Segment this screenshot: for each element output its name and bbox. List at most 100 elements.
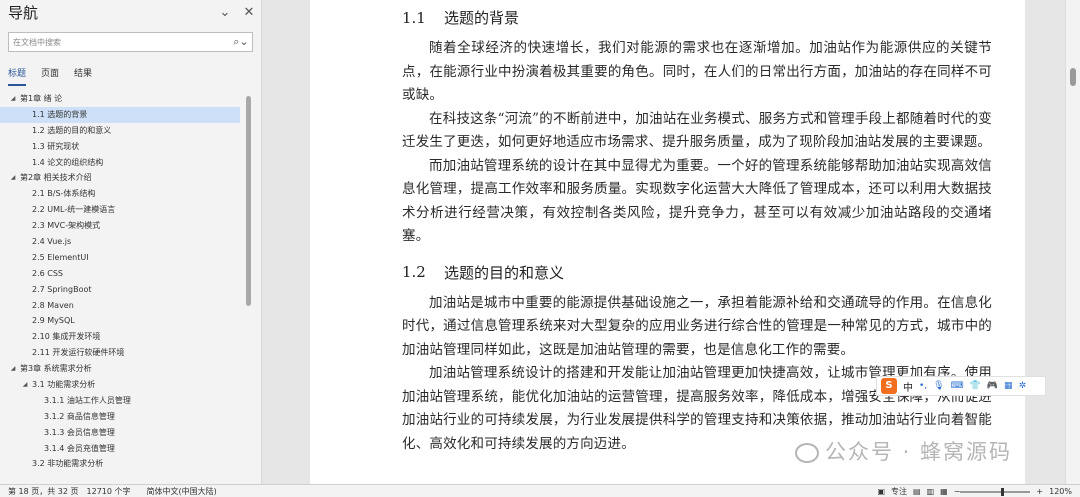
- vertical-scrollbar[interactable]: [1065, 0, 1080, 484]
- tab-pages[interactable]: 页面: [41, 66, 59, 86]
- paragraph: 随着全球经济的快速增长，我们对能源的需求也在逐渐增加。加油站作为能源供应的关键节…: [402, 40, 992, 103]
- nav-tree-item[interactable]: 2.6 CSS: [0, 266, 250, 282]
- web-layout-icon[interactable]: ▦: [940, 487, 948, 496]
- heading-title: 选题的背景: [444, 9, 520, 27]
- nav-tree-item[interactable]: 2.10 集成开发环境: [0, 329, 250, 345]
- heading-1-2: 1.2 选题的目的和意义: [402, 259, 992, 286]
- skin-icon[interactable]: 👕: [970, 381, 981, 391]
- nav-tree-item[interactable]: 2.8 Maven: [0, 298, 250, 314]
- ime-toolbar[interactable]: S 中 •, 🎙 ⌨ 👕 🎮 ▦ ✲: [876, 376, 1046, 396]
- nav-tree-item[interactable]: ◢ 第2章 相关技术介绍: [0, 170, 250, 186]
- zoom-level[interactable]: 120%: [1049, 487, 1072, 496]
- nav-tree-item[interactable]: 3.2 非功能需求分析: [0, 456, 250, 472]
- scrollbar-thumb[interactable]: [1070, 68, 1076, 86]
- nav-tree-label: 第2章 相关技术介绍: [20, 173, 92, 183]
- expand-arrow-icon[interactable]: ◢: [20, 377, 30, 393]
- tab-results[interactable]: 结果: [74, 66, 92, 86]
- page-count[interactable]: 第 18 页，共 32 页: [8, 486, 79, 497]
- settings-icon[interactable]: ✲: [1019, 381, 1027, 391]
- nav-tree-item[interactable]: 2.7 SpringBoot: [0, 282, 250, 298]
- nav-tree-item[interactable]: 1.4 论文的组织结构: [0, 155, 250, 171]
- print-layout-icon[interactable]: ▥: [927, 487, 935, 496]
- nav-tree-label: 3.2 非功能需求分析: [32, 459, 104, 469]
- nav-tree-item[interactable]: ◢ 第1章 绪 论: [0, 91, 250, 107]
- nav-tree-item[interactable]: 2.3 MVC-架构模式: [0, 218, 250, 234]
- nav-tree-item[interactable]: 3.1.1 油站工作人员管理: [0, 393, 250, 409]
- game-icon[interactable]: 🎮: [987, 381, 998, 391]
- read-mode-icon[interactable]: ▤: [913, 487, 921, 496]
- zoom-thumb[interactable]: [1000, 487, 1004, 496]
- nav-tree-item[interactable]: 2.2 UML-统一建模语言: [0, 202, 250, 218]
- nav-tree-label: 2.1 B/S-体系结构: [32, 189, 96, 199]
- paragraph: 在科技这条“河流”的不断前进中，加油站在业务模式、服务方式和管理手段上都随着时代…: [402, 110, 992, 151]
- nav-tree-label: 1.3 研究现状: [32, 141, 80, 151]
- nav-tree-item[interactable]: ◢ 3.1 功能需求分析: [0, 377, 250, 393]
- expand-arrow-icon[interactable]: ◢: [8, 170, 18, 186]
- keyboard-icon[interactable]: ⌨: [951, 381, 964, 391]
- nav-tree-label: 2.10 集成开发环境: [32, 332, 101, 342]
- nav-header: 导航 ⌄ ✕: [0, 0, 261, 24]
- heading-number: 1.1: [402, 8, 426, 27]
- nav-tree-label: 3.1.2 商品信息管理: [44, 411, 115, 421]
- word-window: 导航 ⌄ ✕ ⌕⌄ 标题 页面 结果 ◢第1章 绪 论 1.1 选题的背景 1.2 …: [0, 0, 1080, 497]
- search-input[interactable]: [13, 37, 230, 47]
- document-area: 1.1 选题的背景 随着全球经济的快速增长，我们对能源的需求也在逐渐增加。加油站…: [263, 0, 1080, 484]
- nav-tree-label: 2.4 Vue.js: [32, 237, 72, 247]
- nav-tree-label: 2.2 UML-统一建模语言: [32, 205, 116, 215]
- tab-headings[interactable]: 标题: [8, 66, 27, 86]
- nav-tree-item[interactable]: 2.4 Vue.js: [0, 234, 250, 250]
- nav-tree-item[interactable]: 2.9 MySQL: [0, 313, 250, 329]
- nav-tree-item[interactable]: 3.1.4 会员充值管理: [0, 441, 250, 457]
- nav-tree-item[interactable]: ◢ 第3章 系统需求分析: [0, 361, 250, 377]
- paragraph: 而加油站管理系统的设计在其中显得尤为重要。一个好的管理系统能够帮助加油站实现高效…: [402, 157, 992, 245]
- nav-tree-item[interactable]: 2.1 B/S-体系结构: [0, 186, 250, 202]
- nav-title: 导航: [8, 3, 39, 22]
- nav-tree-item[interactable]: 3.1.3 会员信息管理: [0, 425, 250, 441]
- language[interactable]: 简体中文(中国大陆): [147, 486, 217, 497]
- microphone-icon[interactable]: 🎙: [933, 381, 944, 391]
- grid-icon[interactable]: ▦: [1004, 381, 1013, 391]
- zoom-in-icon[interactable]: +: [1036, 487, 1043, 496]
- zoom-slider[interactable]: [960, 487, 1031, 496]
- heading-number: 1.2: [402, 263, 426, 281]
- heading-tree: ◢ 第1章 绪 论 1.1 选题的背景 1.2 选题的目的和意义 1.3 研究现状 1.4…: [0, 91, 250, 481]
- status-bar: 第 18 页，共 32 页 12710 个字 简体中文(中国大陆) ▣ 专注 ▤…: [0, 484, 1080, 497]
- nav-tree-item[interactable]: 3.1.2 商品信息管理: [0, 409, 250, 425]
- expand-arrow-icon[interactable]: ◢: [8, 91, 18, 107]
- nav-tree-label: 2.5 ElementUI: [32, 252, 89, 262]
- expand-arrow-icon[interactable]: ◢: [8, 361, 18, 377]
- nav-tree-label: 2.8 Maven: [32, 300, 74, 310]
- nav-tree-label: 1.4 论文的组织结构: [32, 157, 104, 167]
- nav-tree-item[interactable]: 2.5 ElementUI: [0, 250, 250, 266]
- nav-tree-label: 2.6 CSS: [32, 268, 64, 278]
- ime-mode-label[interactable]: 中: [903, 379, 913, 394]
- wechat-icon: [795, 443, 819, 463]
- nav-tree-label: 2.9 MySQL: [32, 316, 75, 326]
- nav-scrollbar[interactable]: [246, 96, 251, 306]
- nav-tree-item[interactable]: 2.11 开发运行软硬件环境: [0, 345, 250, 361]
- chevron-down-icon[interactable]: ⌄: [213, 5, 237, 20]
- nav-tree-item[interactable]: 1.2 选题的目的和意义: [0, 123, 250, 139]
- close-icon[interactable]: ✕: [237, 5, 261, 20]
- punctuation-icon[interactable]: •,: [919, 381, 927, 391]
- nav-tabs: 标题 页面 结果: [0, 66, 261, 86]
- nav-tree-item[interactable]: 1.3 研究现状: [0, 139, 250, 155]
- zoom-out-icon[interactable]: −: [954, 487, 961, 496]
- nav-tree-label: 第3章 系统需求分析: [20, 364, 92, 374]
- paragraph: 加油站是城市中重要的能源提供基础设施之一，承担着能源补给和交通疏导的作用。在信息…: [402, 294, 992, 358]
- search-box[interactable]: ⌕⌄: [8, 32, 253, 52]
- sogou-logo-icon[interactable]: S: [881, 378, 897, 394]
- nav-tree-item[interactable]: 1.1 选题的背景: [0, 106, 240, 123]
- document-page[interactable]: 1.1 选题的背景 随着全球经济的快速增长，我们对能源的需求也在逐渐增加。加油站…: [310, 0, 1025, 484]
- word-count[interactable]: 12710 个字: [87, 486, 131, 497]
- focus-icon[interactable]: ▣: [877, 487, 885, 496]
- focus-label[interactable]: 专注: [891, 486, 907, 497]
- nav-tree-label: 3.1.3 会员信息管理: [44, 427, 115, 437]
- search-icon[interactable]: ⌕⌄: [230, 35, 252, 49]
- nav-tree-label: 2.7 SpringBoot: [32, 284, 92, 294]
- nav-tree-label: 1.1 选题的背景: [32, 109, 88, 119]
- nav-tree-label: 3.1.1 油站工作人员管理: [44, 395, 131, 405]
- nav-tree-label: 3.1 功能需求分析: [32, 380, 96, 390]
- heading-title: 选题的目的和意义: [444, 263, 565, 282]
- watermark: 公众号 · 蜂窝源码: [795, 436, 1012, 466]
